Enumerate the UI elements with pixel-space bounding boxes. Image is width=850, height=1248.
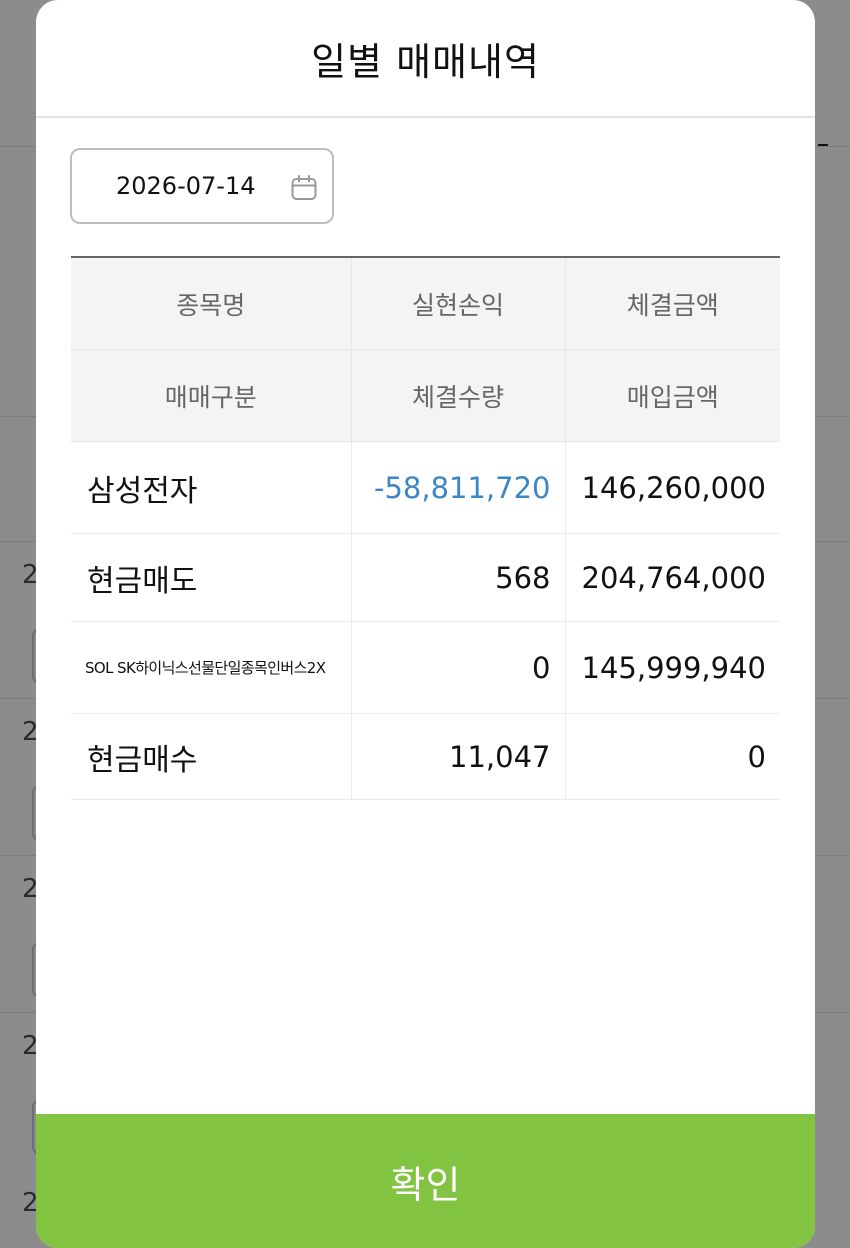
cell-realized-pnl: 0: [350, 621, 566, 714]
header-executed-quantity: 체결수량: [350, 349, 566, 442]
confirm-button[interactable]: 확인: [36, 1114, 815, 1248]
cell-stock-name: SOL SK하이닉스선물단일종목인버스2X: [71, 621, 352, 714]
table-row: 현금매도 568 204,764,000: [71, 533, 780, 622]
table-row: 현금매수 11,047 0: [71, 713, 780, 800]
cell-purchase-amount: 0: [564, 713, 780, 800]
modal-header: 일별 매매내역: [36, 0, 815, 118]
header-realized-pnl: 실현손익: [350, 257, 566, 350]
daily-trades-modal: 일별 매매내역 2026-07-14 종목명 실현손익 체결금액 매매구분 체결…: [36, 0, 815, 1248]
calendar-icon: [291, 175, 317, 200]
header-purchase-amount: 매입금액: [564, 349, 780, 442]
header-executed-amount: 체결금액: [564, 257, 780, 350]
date-value: 2026-07-14: [116, 172, 256, 200]
cell-executed-amount: 146,260,000: [564, 441, 780, 534]
cell-executed-quantity: 568: [350, 533, 566, 622]
cell-executed-amount: 145,999,940: [564, 621, 780, 714]
cell-realized-pnl: -58,811,720: [350, 441, 566, 534]
modal-title: 일별 매매내역: [311, 39, 540, 84]
cell-executed-quantity: 11,047: [350, 713, 566, 800]
table-row: 삼성전자 -58,811,720 146,260,000: [71, 441, 780, 534]
cell-purchase-amount: 204,764,000: [564, 533, 780, 622]
table-row: SOL SK하이닉스선물단일종목인버스2X 0 145,999,940: [71, 621, 780, 714]
header-trade-type: 매매구분: [71, 349, 352, 442]
trades-table: 종목명 실현손익 체결금액 매매구분 체결수량 매입금액 삼성전자 -58,81…: [71, 256, 780, 800]
cell-trade-type: 현금매도: [71, 533, 352, 622]
date-picker[interactable]: 2026-07-14: [70, 148, 334, 224]
cell-stock-name: 삼성전자: [71, 441, 352, 534]
header-stock-name: 종목명: [71, 257, 352, 350]
table-header-row: 종목명 실현손익 체결금액: [71, 257, 780, 350]
cell-trade-type: 현금매수: [71, 713, 352, 800]
table-header-row: 매매구분 체결수량 매입금액: [71, 349, 780, 442]
